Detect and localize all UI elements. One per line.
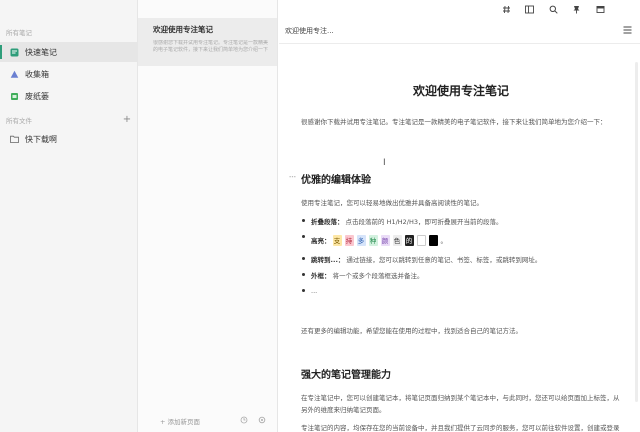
scrollbar[interactable]	[635, 62, 638, 402]
trash-icon	[9, 91, 19, 101]
note-card[interactable]: 欢迎使用专注笔记 很感谢您下载并试用专注笔记。专注笔记是一款精美的电子笔记软件，…	[138, 18, 277, 66]
quick-note-icon	[9, 47, 19, 57]
editor: 欢迎使用专注... 欢迎使用专注笔记 很感谢你下载并试用专注笔记。专注笔记是一款…	[279, 18, 640, 432]
list-item-key: 高亮：	[311, 237, 331, 245]
highlight-swatch	[428, 234, 438, 246]
highlight-swatch: 多	[356, 234, 366, 246]
section-label-files: 所有文件	[6, 117, 32, 125]
list-item-text: 通过链接，您可以跳转到任意的笔记、书签、标签，或跳转到网址。	[346, 256, 542, 264]
list-item-key: 外框：	[311, 272, 331, 280]
note-card-title: 欢迎使用专注笔记	[153, 25, 213, 34]
section-paragraph: 专注笔记的内容，均保存在您的当前设备中，并且我们提供了云同步的服务，您可以前往软…	[301, 424, 620, 432]
settings-icon[interactable]	[258, 416, 266, 426]
bullet-list: 折叠段落： 点击段落前的 H1/H2/H3，即可折叠展开当前的段落。 高亮： 支…	[301, 213, 621, 299]
folder-icon	[9, 134, 19, 144]
app-window: 所有笔记 快速笔记 收集箱 废纸篓 所有文件 + 快下载啊 欢迎使用专注笔记 很…	[0, 0, 640, 432]
sidebar-folder[interactable]: 快下载啊	[0, 129, 137, 149]
fold-toggle-icon[interactable]: ⋯	[289, 173, 296, 181]
highlight-swatch: 色	[392, 234, 402, 246]
section-outro: 还有更多的编辑功能，希望您能在使用的过程中，找到适合自己的笔记方法。	[301, 327, 522, 335]
search-icon[interactable]	[547, 3, 559, 15]
window-icon[interactable]	[594, 3, 606, 15]
hash-icon[interactable]	[500, 3, 512, 15]
section-heading-text: 优雅的编辑体验	[301, 175, 371, 186]
editor-header: 欢迎使用专注...	[279, 18, 640, 44]
list-item-key: 跳转到...：	[311, 256, 345, 264]
list-item-text: 点击段落前的 H1/H2/H3，即可折叠展开当前的段落。	[345, 218, 503, 226]
section-paragraph: 在专注笔记中，您可以创建笔记本，将笔记页面归纳到某个笔记本中，与此同时，您还可以…	[301, 394, 620, 414]
list-item-key: 折叠段落：	[311, 218, 344, 226]
inbox-icon	[9, 69, 19, 79]
sidebar-item-label: 收集箱	[25, 69, 49, 79]
menu-icon[interactable]	[623, 26, 632, 36]
text-cursor-icon: I	[383, 158, 386, 168]
sidebar-item-trash[interactable]: 废纸篓	[0, 86, 137, 106]
highlight-swatch	[416, 234, 426, 246]
editor-header-title[interactable]: 欢迎使用专注...	[285, 26, 334, 36]
list-item-text: 。	[440, 237, 448, 245]
sidebar-item-label: 废纸篓	[25, 91, 49, 101]
note-list-footer: + 添加新页面	[138, 410, 277, 432]
section-heading: 强大的笔记管理能力	[301, 366, 391, 381]
section-heading: ⋯ 优雅的编辑体验	[289, 171, 371, 186]
note-list: 欢迎使用专注笔记 很感谢您下载并试用专注笔记。专注笔记是一款精美的电子笔记软件，…	[138, 0, 278, 432]
list-item: ...	[301, 283, 621, 299]
doc-title: 欢迎使用专注笔记	[412, 84, 509, 98]
highlight-swatch: 种	[368, 234, 378, 246]
layout-icon[interactable]	[524, 3, 536, 15]
sidebar-item-inbox[interactable]: 收集箱	[0, 64, 137, 84]
sort-icon[interactable]	[240, 416, 248, 426]
sidebar-item-label: 快速笔记	[25, 47, 57, 57]
top-toolbar	[500, 3, 618, 15]
highlight-swatch: 颜	[380, 234, 390, 246]
section-lead: 使用专注笔记，您可以轻易地做出优雅并具备高阅读性的笔记。	[301, 199, 483, 207]
new-page-button[interactable]: + 添加新页面	[160, 416, 200, 426]
note-card-preview: 很感谢您下载并试用专注笔记。专注笔记是一款精美的电子笔记软件，接下来让我们简单地…	[153, 40, 269, 53]
sidebar: 所有笔记 快速笔记 收集箱 废纸篓 所有文件 + 快下载啊	[0, 0, 138, 432]
pin-icon[interactable]	[571, 3, 583, 15]
list-item-text: 将一个或多个段落框选并备注。	[332, 272, 424, 280]
list-item: 高亮： 支持多种颜色的 。	[301, 229, 621, 251]
highlight-swatch: 持	[344, 234, 354, 246]
folder-label: 快下载啊	[25, 134, 57, 144]
highlight-swatch: 支	[332, 234, 342, 246]
highlight-swatch: 的	[404, 234, 414, 246]
list-item: 折叠段落： 点击段落前的 H1/H2/H3，即可折叠展开当前的段落。	[301, 213, 621, 229]
section-heading-text: 强大的笔记管理能力	[301, 370, 391, 381]
list-item-text: ...	[311, 287, 318, 295]
list-item: 外框： 将一个或多个段落框选并备注。	[301, 267, 621, 283]
add-folder-button[interactable]: +	[121, 113, 133, 125]
list-item: 跳转到...： 通过链接，您可以跳转到任意的笔记、书签、标签，或跳转到网址。	[301, 251, 621, 267]
doc-intro: 很感谢你下载并试用专注笔记。专注笔记是一款精美的电子笔记软件，接下来让我们简单地…	[301, 118, 607, 126]
sidebar-item-quick-notes[interactable]: 快速笔记	[0, 42, 137, 62]
section-label-notebooks: 所有笔记	[6, 29, 32, 37]
highlight-swatches: 支持多种颜色的	[332, 234, 441, 246]
